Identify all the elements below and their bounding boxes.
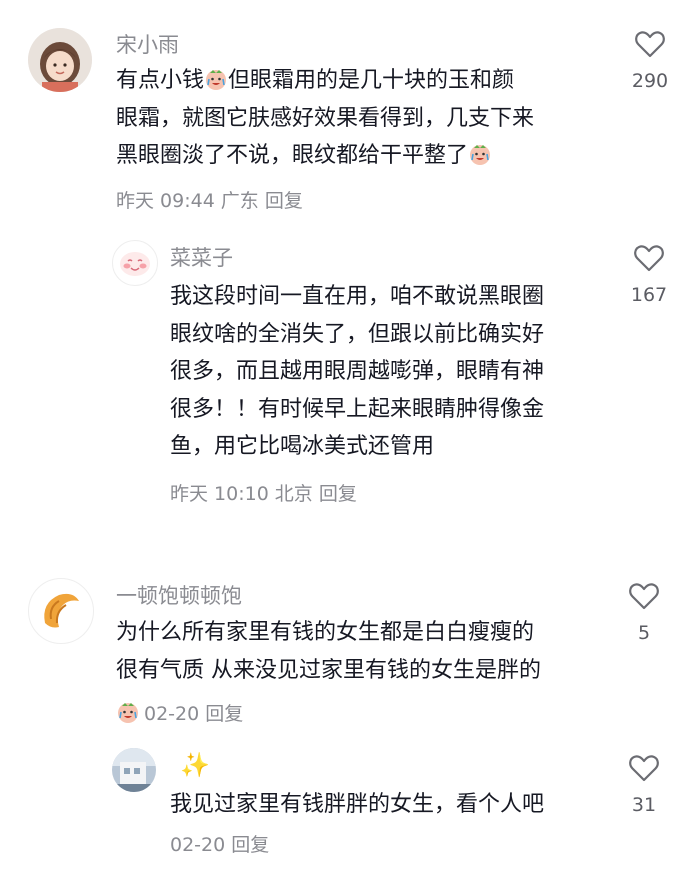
- comment-meta: 02-20 回复: [116, 700, 249, 726]
- like-count: 290: [631, 70, 669, 92]
- like-count: 167: [630, 284, 668, 306]
- comment-meta: 02-20 回复: [170, 833, 275, 857]
- like-button[interactable]: 167: [619, 244, 679, 306]
- comment-location: 广东: [220, 190, 259, 212]
- comment-meta: 昨天 10:10 北京 回复: [170, 482, 363, 506]
- heart-icon: [634, 245, 664, 272]
- like-button[interactable]: 5: [614, 582, 674, 644]
- comment-text: 为什么所有家里有钱的女生都是白白瘦瘦的 很有气质 从来没见过家里有钱的女生是胖的: [116, 620, 541, 683]
- comment-date: 02-20: [170, 834, 226, 856]
- crying-laughing-emoji-icon: [116, 700, 140, 724]
- heart-icon: [635, 31, 665, 58]
- reply-button[interactable]: 回复: [319, 483, 357, 505]
- reply-button[interactable]: 回复: [205, 703, 243, 725]
- comment-text: 我见过家里有钱胖胖的女生，看个人吧: [170, 792, 545, 817]
- comment-text: 我这段时间一直在用，咱不敢说黑眼圈 眼纹啥的全消失了，但跟以前比确实好 很多，而…: [170, 284, 545, 459]
- comment-location: 北京: [274, 483, 313, 505]
- comment-username[interactable]: ✨: [180, 752, 210, 778]
- comment-username[interactable]: 菜菜子: [170, 245, 233, 271]
- like-button[interactable]: 290: [620, 30, 680, 92]
- comment-date: 昨天 09:44: [116, 190, 215, 212]
- like-count: 5: [637, 622, 651, 644]
- crying-laughing-emoji-icon: [204, 67, 228, 91]
- avatar[interactable]: [112, 748, 156, 792]
- crying-laughing-emoji-icon: [468, 142, 492, 166]
- heart-icon: [629, 755, 659, 782]
- like-count: 31: [631, 794, 657, 816]
- avatar[interactable]: [28, 578, 94, 644]
- comment-text: 有点小钱 但眼霜用的是几十块的玉和颜 眼霜，就图它肤感好效果看得到，几支下来 黑眼…: [116, 67, 535, 168]
- heart-icon: [629, 583, 659, 610]
- comment-date: 02-20: [144, 703, 200, 725]
- like-button[interactable]: 31: [614, 754, 674, 816]
- avatar[interactable]: [112, 240, 158, 286]
- reply-button[interactable]: 回复: [265, 190, 303, 212]
- comment-date: 昨天 10:10: [170, 483, 269, 505]
- comment-username[interactable]: 一顿饱顿顿饱: [116, 583, 242, 609]
- avatar[interactable]: [28, 28, 92, 92]
- comment-username[interactable]: 宋小雨: [116, 32, 179, 58]
- reply-button[interactable]: 回复: [231, 834, 269, 856]
- comment-meta: 昨天 09:44 广东 回复: [116, 189, 309, 213]
